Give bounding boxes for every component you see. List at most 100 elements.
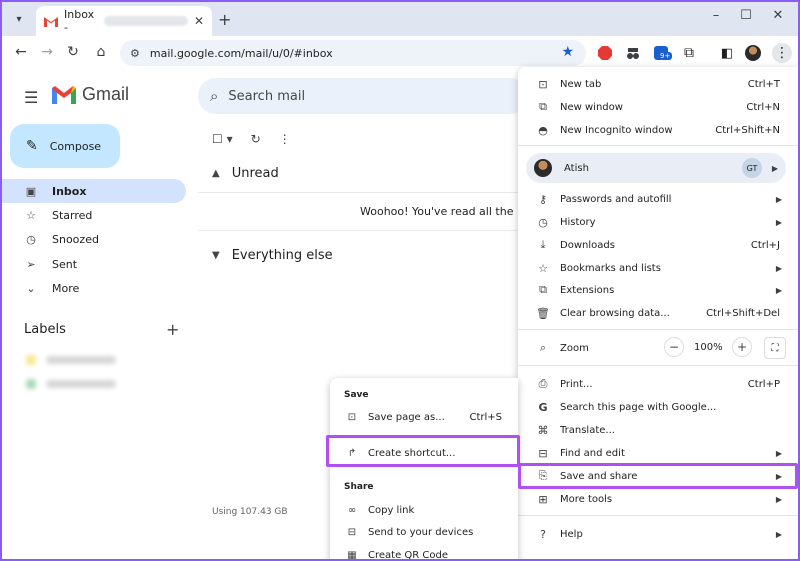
maximize-icon[interactable]: ☐: [736, 8, 756, 23]
highlight-create-shortcut: [326, 435, 520, 467]
profile-avatar-icon[interactable]: [744, 44, 762, 62]
bookmark-star-icon[interactable]: ★: [561, 44, 574, 60]
history-icon: ◷: [538, 215, 548, 229]
submenu-heading-share: Share: [344, 482, 374, 492]
toolbox-icon: ⊞: [538, 492, 548, 506]
menu-item-incognito[interactable]: ◓ New Incognito window Ctrl+Shift+N: [518, 119, 798, 141]
close-tab-icon[interactable]: ✕: [194, 14, 204, 28]
incognito-icon: ◓: [538, 123, 548, 137]
minimize-icon[interactable]: –: [706, 8, 726, 23]
zoom-in-button[interactable]: +: [732, 337, 752, 357]
empty-inbox-message: Woohoo! You've read all the messages in …: [360, 205, 520, 218]
sidebar-item-starred[interactable]: ☆ Starred: [2, 203, 186, 227]
link-icon: ∞: [347, 504, 357, 516]
sidebar-item-label: Snoozed: [52, 232, 99, 246]
new-tab-icon: ⊡: [538, 77, 548, 91]
zoom-icon: ⌕: [539, 341, 547, 354]
site-info-icon[interactable]: ⚙: [130, 47, 140, 60]
search-mail-input[interactable]: ⌕ Search mail: [198, 78, 528, 114]
menu-item-passwords[interactable]: ⚷ Passwords and autofill ▶: [518, 188, 798, 210]
gmail-m-icon: [52, 85, 76, 104]
sidebar-item-label: More: [52, 281, 80, 295]
menu-item-bookmarks[interactable]: ☆ Bookmarks and lists ▶: [518, 257, 798, 279]
forward-icon[interactable]: →: [38, 44, 56, 60]
extensions-puzzle-icon[interactable]: ⧉: [680, 44, 698, 62]
trash-icon: 🗑: [536, 306, 550, 320]
incognito-extension-icon[interactable]: [624, 44, 642, 62]
search-icon[interactable]: ⌕: [210, 87, 218, 105]
chrome-menu-kebab-icon[interactable]: ⋮: [772, 43, 792, 63]
redacted-label[interactable]: [26, 354, 116, 366]
select-checkbox-icon[interactable]: ☐ ▾: [212, 132, 233, 146]
back-icon[interactable]: ←: [12, 44, 30, 60]
menu-item-find-edit[interactable]: ⊟ Find and edit ▶: [518, 442, 798, 464]
menu-item-history[interactable]: ◷ History ▶: [518, 211, 798, 233]
save-share-submenu: Save ⊡ Save page as... Ctrl+S ↱ Create shor…: [330, 378, 518, 559]
menu-item-new-window[interactable]: ⧉ New window Ctrl+N: [518, 96, 798, 118]
menu-item-clear-data[interactable]: 🗑 Clear browsing data... Ctrl+Shift+Del: [518, 302, 798, 324]
star-icon: ☆: [538, 261, 548, 275]
puzzle-icon: ⧉: [539, 283, 547, 296]
new-tab-icon[interactable]: +: [218, 10, 231, 29]
sidebar-item-label: Inbox: [52, 184, 87, 198]
sidebar-item-more[interactable]: ⌄ More: [2, 276, 186, 300]
submenu-item-save-page[interactable]: ⊡ Save page as... Ctrl+S: [330, 406, 518, 428]
sidebar-item-snoozed[interactable]: ◷ Snoozed: [2, 227, 186, 251]
sidebar-item-sent[interactable]: ➢ Sent: [2, 252, 186, 276]
reload-icon[interactable]: ↻: [64, 44, 82, 60]
save-page-icon: ⊡: [347, 411, 357, 423]
menu-item-extensions[interactable]: ⧉ Extensions ▶: [518, 279, 798, 301]
add-label-icon[interactable]: +: [166, 320, 179, 339]
menu-profile-row[interactable]: Atish GT ▶: [526, 153, 786, 183]
menu-item-translate[interactable]: ⌘ Translate...: [518, 419, 798, 441]
tab-title: Inbox -: [64, 8, 95, 34]
compose-button[interactable]: ✎ Compose: [10, 124, 120, 168]
section-everything-else[interactable]: ▼ Everything else: [212, 248, 333, 263]
menu-item-print[interactable]: ⎙ Print... Ctrl+P: [518, 373, 798, 395]
profile-avatar: [534, 159, 552, 177]
adblock-extension-icon[interactable]: [596, 44, 614, 62]
menu-separator: [518, 515, 798, 516]
gmail-logo[interactable]: Gmail: [52, 84, 129, 105]
gmail-wordmark: Gmail: [82, 84, 130, 104]
fullscreen-icon[interactable]: ⛶: [764, 337, 786, 359]
key-icon: ⚷: [538, 192, 548, 206]
close-window-icon[interactable]: ✕: [768, 8, 788, 23]
redacted-label[interactable]: [26, 378, 116, 390]
zoom-controls: − 100% +: [664, 337, 752, 357]
menu-item-more-tools[interactable]: ⊞ More tools ▶: [518, 488, 798, 510]
menu-item-downloads[interactable]: ⤓ Downloads Ctrl+J: [518, 234, 798, 256]
side-panel-icon[interactable]: ◧: [718, 44, 736, 62]
home-icon[interactable]: ⌂: [92, 44, 110, 60]
divider: [198, 192, 528, 193]
menu-item-new-tab[interactable]: ⊡ New tab Ctrl+T: [518, 73, 798, 95]
submenu-item-qr-code[interactable]: ▦ Create QR Code: [330, 544, 518, 560]
section-title: Everything else: [231, 248, 333, 263]
chevron-right-icon: ▶: [771, 163, 778, 173]
new-window-icon: ⧉: [539, 100, 547, 113]
profile-initials-badge: GT: [742, 158, 762, 178]
help-icon: ?: [540, 527, 546, 541]
submenu-item-copy-link[interactable]: ∞ Copy link: [330, 499, 518, 521]
tab-strip: ▾ Inbox - ✕ + – ☐ ✕: [2, 2, 798, 36]
tab-inbox[interactable]: Inbox - ✕: [36, 6, 212, 36]
address-bar[interactable]: ⚙ mail.google.com/mail/u/0/#inbox ★: [120, 40, 586, 66]
submenu-heading-save: Save: [344, 390, 369, 400]
submenu-item-send-devices[interactable]: ⊟ Send to your devices: [330, 521, 518, 543]
sidebar-item-label: Sent: [52, 257, 78, 271]
refresh-icon[interactable]: ↻: [251, 132, 261, 146]
zoom-level: 100%: [694, 341, 723, 353]
more-options-icon[interactable]: ⋮: [279, 132, 291, 146]
hamburger-menu-icon[interactable]: ☰: [24, 88, 38, 107]
tab-search-icon[interactable]: ▾: [8, 8, 30, 30]
sidebar-item-label: Starred: [52, 208, 93, 222]
zoom-out-button[interactable]: −: [664, 337, 684, 357]
browser-window: ▾ Inbox - ✕ + – ☐ ✕ ← → ↻ ⌂ ⚙ mail.googl…: [2, 2, 798, 559]
url-text: mail.google.com/mail/u/0/#inbox: [149, 46, 333, 60]
send-icon: ➢: [26, 257, 36, 271]
sidebar-item-inbox[interactable]: ▣ Inbox: [2, 179, 186, 203]
menu-item-search-page[interactable]: G Search this page with Google...: [518, 396, 798, 418]
divider: [198, 230, 528, 231]
section-unread[interactable]: ▲ Unread: [212, 166, 279, 181]
menu-item-help[interactable]: ? Help ▶: [518, 523, 798, 545]
